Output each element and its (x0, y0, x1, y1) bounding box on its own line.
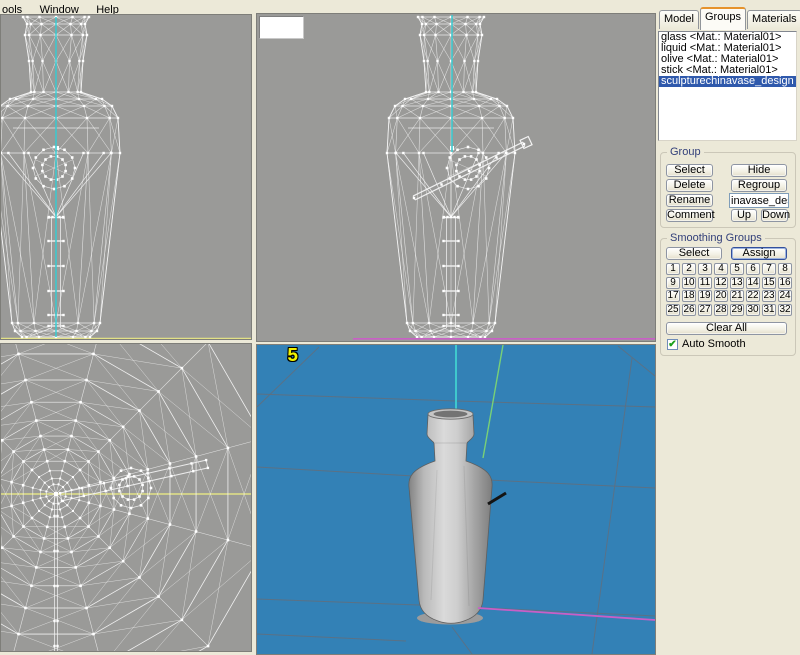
viewport-text-edit-box[interactable] (259, 16, 304, 39)
smoothing-group-button-25[interactable]: 25 (666, 304, 680, 316)
tab-materials[interactable]: Materials (747, 10, 800, 29)
viewport-3d-shaded[interactable]: 5 (256, 344, 656, 655)
wireframe-canvas (257, 14, 655, 341)
smoothing-assign-button[interactable]: Assign (731, 247, 787, 260)
smoothing-group-button-4[interactable]: 4 (714, 263, 728, 275)
smoothing-group-button-15[interactable]: 15 (762, 277, 776, 289)
smoothing-group-button-14[interactable]: 14 (746, 277, 760, 289)
viewport-top-wireframe[interactable] (0, 343, 252, 652)
auto-smooth-checkbox[interactable]: ✔ (667, 339, 678, 350)
smoothing-group-button-27[interactable]: 27 (698, 304, 712, 316)
tab-groups[interactable]: Groups (700, 7, 746, 30)
smoothing-group-button-7[interactable]: 7 (762, 263, 776, 275)
smoothing-group-button-16[interactable]: 16 (778, 277, 792, 289)
group-comment-button[interactable]: Comment (666, 209, 713, 222)
app-window: { "menu": { "items": ["ools", "Window", … (0, 0, 800, 655)
shaded-canvas (257, 345, 655, 654)
smoothing-group-button-24[interactable]: 24 (778, 290, 792, 302)
smoothing-group-button-17[interactable]: 17 (666, 290, 680, 302)
smoothing-group-button-19[interactable]: 19 (698, 290, 712, 302)
group-box: Group Select Hide Delete Regroup Rename … (660, 152, 796, 228)
smoothing-group-button-31[interactable]: 31 (762, 304, 776, 316)
clear-all-button[interactable]: Clear All (666, 322, 787, 335)
group-select-button[interactable]: Select (666, 164, 713, 177)
smoothing-group-button-22[interactable]: 22 (746, 290, 760, 302)
panel-tabs: ModelGroupsMaterialsJoints (659, 9, 800, 29)
smoothing-group-button-8[interactable]: 8 (778, 263, 792, 275)
side-panel: ModelGroupsMaterialsJoints glass <Mat.: … (656, 0, 800, 655)
wireframe-canvas (1, 15, 251, 339)
smoothing-group-button-21[interactable]: 21 (730, 290, 744, 302)
smoothing-select-button[interactable]: Select (666, 247, 722, 260)
viewport-frame-number: 5 (287, 346, 298, 366)
smoothing-group-button-5[interactable]: 5 (730, 263, 744, 275)
smoothing-group-button-1[interactable]: 1 (666, 263, 680, 275)
group-down-button[interactable]: Down (761, 209, 788, 222)
smoothing-group-button-18[interactable]: 18 (682, 290, 696, 302)
viewport-front-wireframe-left[interactable] (0, 14, 252, 340)
smoothing-group-button-2[interactable]: 2 (682, 263, 696, 275)
smoothing-group-button-26[interactable]: 26 (682, 304, 696, 316)
tab-model[interactable]: Model (659, 10, 699, 29)
smoothing-group-button-28[interactable]: 28 (714, 304, 728, 316)
smoothing-group-button-13[interactable]: 13 (730, 277, 744, 289)
viewport-front-wireframe-right[interactable] (256, 13, 656, 342)
group-box-title: Group (667, 146, 704, 158)
smoothing-group-button-20[interactable]: 20 (714, 290, 728, 302)
smoothing-group-button-9[interactable]: 9 (666, 277, 680, 289)
smoothing-group-button-32[interactable]: 32 (778, 304, 792, 316)
smoothing-groups-box: Smoothing Groups Select Assign 123456789… (660, 238, 796, 356)
smoothing-group-button-29[interactable]: 29 (730, 304, 744, 316)
smoothing-group-button-10[interactable]: 10 (682, 277, 696, 289)
auto-smooth-label: Auto Smooth (682, 338, 746, 350)
smoothing-group-button-30[interactable]: 30 (746, 304, 760, 316)
group-hide-button[interactable]: Hide (731, 164, 787, 177)
groups-list[interactable]: glass <Mat.: Material01>liquid <Mat.: Ma… (658, 31, 797, 141)
group-rename-button[interactable]: Rename (666, 194, 713, 207)
smoothing-group-button-3[interactable]: 3 (698, 263, 712, 275)
smoothing-group-button-12[interactable]: 12 (714, 277, 728, 289)
smoothing-group-button-23[interactable]: 23 (762, 290, 776, 302)
smoothing-box-title: Smoothing Groups (667, 232, 765, 244)
smoothing-group-button-6[interactable]: 6 (746, 263, 760, 275)
group-delete-button[interactable]: Delete (666, 179, 713, 192)
group-list-item[interactable]: sculpturechinavase_design <No Materi (659, 76, 796, 87)
smoothing-group-button-11[interactable]: 11 (698, 277, 712, 289)
wireframe-canvas (1, 344, 251, 651)
group-regroup-button[interactable]: Regroup (731, 179, 787, 192)
menu-bar: ools Window Help (0, 0, 656, 14)
group-name-field[interactable]: inavase_design (729, 193, 789, 208)
group-up-button[interactable]: Up (731, 209, 757, 222)
